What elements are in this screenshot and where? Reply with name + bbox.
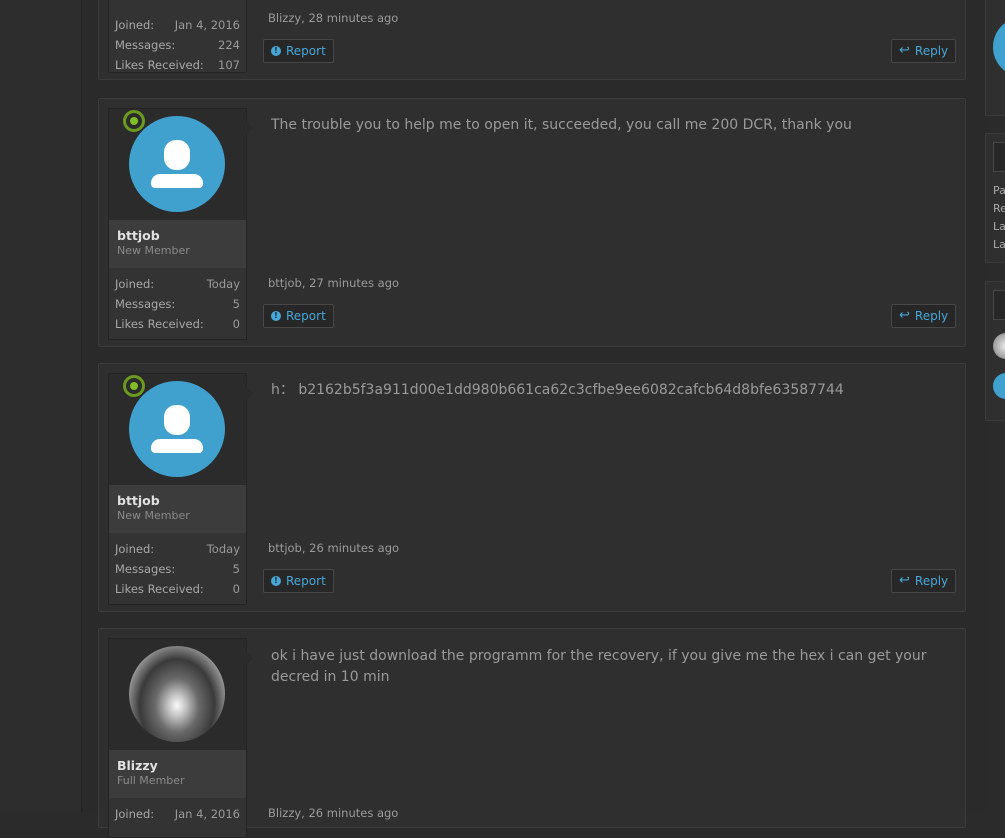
- sidebar-panel: Pa Re La La: [985, 133, 1005, 263]
- user-name-area: bttjob New Member: [109, 220, 246, 268]
- user-info: Blizzy Full Member Joined: Jan 4, 2016: [108, 638, 253, 838]
- online-status-icon: [123, 375, 145, 397]
- username[interactable]: Blizzy: [117, 758, 238, 774]
- sidebar-panel: [985, 0, 1005, 116]
- stat-likes: Likes Received: 0: [115, 317, 240, 331]
- stat-likes: Likes Received: 107: [115, 58, 240, 72]
- reply-icon: ↩: [899, 43, 910, 58]
- avatar[interactable]: [129, 116, 225, 212]
- sidebar-input[interactable]: [993, 142, 1005, 172]
- stat-messages: Messages: 224: [115, 38, 240, 52]
- avatar[interactable]: [993, 373, 1005, 399]
- stat-likes: Likes Received: 0: [115, 582, 240, 596]
- user-info: Joined: Jan 4, 2016 Messages: 224 Likes Re…: [108, 0, 247, 73]
- post: Joined: Jan 4, 2016 Messages: 224 Likes Re…: [98, 0, 966, 80]
- post-meta: Blizzy, 26 minutes ago: [268, 806, 399, 820]
- avatar-area: [109, 109, 253, 220]
- sidebar-label: Pa: [993, 184, 1005, 197]
- avatar[interactable]: [129, 646, 225, 742]
- stat-messages: Messages: 5: [115, 562, 240, 576]
- user-info: bttjob New Member Joined: Today Messages:…: [108, 373, 253, 605]
- info-icon: !: [271, 576, 281, 586]
- reply-button[interactable]: ↩ Reply: [891, 569, 957, 593]
- reply-icon: ↩: [899, 308, 910, 323]
- stat-joined: Joined: Today: [115, 277, 240, 291]
- reply-button[interactable]: ↩ Reply: [891, 39, 957, 63]
- post-meta: bttjob, 26 minutes ago: [268, 541, 400, 555]
- post: bttjob New Member Joined: Today Messages:…: [98, 363, 966, 612]
- stat-joined: Joined: Today: [115, 542, 240, 556]
- user-name-area: bttjob New Member: [109, 485, 246, 533]
- avatar[interactable]: [993, 333, 1005, 359]
- avatar-area: [109, 374, 253, 485]
- user-info: bttjob New Member Joined: Today Messages:…: [108, 108, 253, 340]
- stat-messages: Messages: 5: [115, 297, 240, 311]
- reply-icon: ↩: [899, 573, 910, 588]
- user-role: New Member: [117, 244, 190, 257]
- avatar[interactable]: [129, 381, 225, 477]
- online-status-icon: [123, 110, 145, 132]
- info-icon: !: [271, 311, 281, 321]
- reply-button[interactable]: ↩ Reply: [891, 304, 957, 328]
- right-sidebar: Pa Re La La: [985, 0, 1005, 812]
- username[interactable]: bttjob: [117, 493, 238, 509]
- avatar-area: [109, 639, 253, 750]
- user-stats: Joined: Today Messages: 5 Likes Received: 0: [109, 533, 246, 603]
- report-button[interactable]: ! Report: [263, 39, 334, 63]
- stat-joined: Joined: Jan 4, 2016: [115, 18, 240, 32]
- sidebar-label: La: [993, 220, 1005, 233]
- user-stats: Joined: Jan 4, 2016: [109, 798, 246, 828]
- user-stats: Joined: Jan 4, 2016 Messages: 224 Likes Re…: [109, 9, 246, 79]
- user-role: New Member: [117, 509, 190, 522]
- post-meta: bttjob, 27 minutes ago: [268, 276, 400, 290]
- report-button[interactable]: ! Report: [263, 304, 334, 328]
- post: bttjob New Member Joined: Today Messages:…: [98, 98, 966, 347]
- post-meta: Blizzy, 28 minutes ago: [268, 11, 399, 25]
- user-name-area: Blizzy Full Member: [109, 750, 246, 798]
- report-button[interactable]: ! Report: [263, 569, 334, 593]
- post: Blizzy Full Member Joined: Jan 4, 2016 ok…: [98, 628, 966, 838]
- message-text: The trouble you to help me to open it, s…: [271, 117, 852, 133]
- username[interactable]: bttjob: [117, 228, 238, 244]
- sidebar-label: Re: [993, 202, 1005, 215]
- sidebar-label: La: [993, 238, 1005, 251]
- user-stats: Joined: Today Messages: 5 Likes Received: 0: [109, 268, 246, 338]
- message-text: ok i have just download the programm for…: [271, 648, 927, 685]
- sidebar-input[interactable]: [993, 290, 1005, 320]
- stat-joined: Joined: Jan 4, 2016: [115, 807, 240, 821]
- info-icon: !: [271, 46, 281, 56]
- message-text: h： b2162b5f3a911d00e1dd980b661ca62c3cfbe…: [271, 382, 844, 398]
- avatar[interactable]: [993, 17, 1005, 77]
- left-gutter: [0, 0, 81, 812]
- sidebar-panel: [985, 281, 1005, 421]
- user-role: Full Member: [117, 774, 185, 787]
